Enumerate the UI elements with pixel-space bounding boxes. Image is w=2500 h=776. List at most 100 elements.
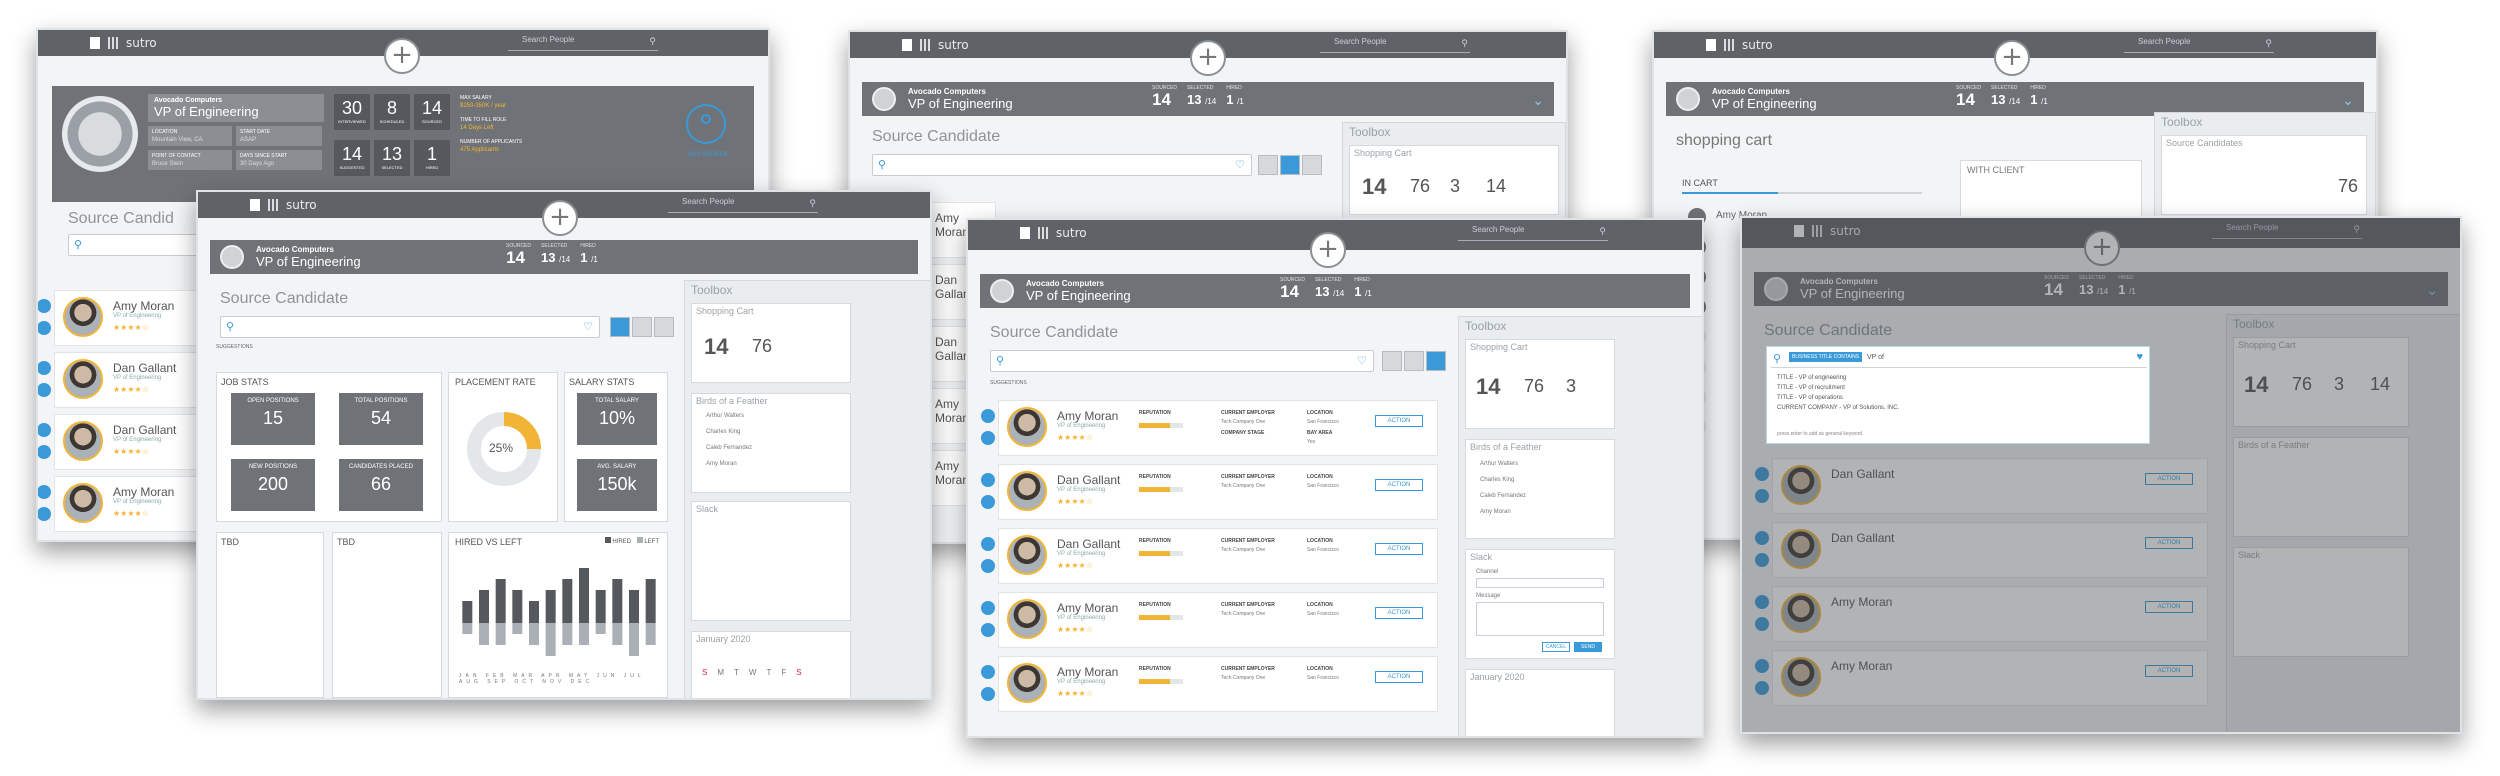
logo[interactable]: sutro bbox=[1038, 226, 1087, 240]
like-icon[interactable] bbox=[38, 423, 51, 437]
action-button[interactable]: ACTION bbox=[1375, 607, 1423, 619]
dislike-icon[interactable] bbox=[38, 445, 51, 459]
list-view-button[interactable] bbox=[1280, 155, 1300, 175]
logo[interactable]: sutro bbox=[268, 198, 317, 212]
add-button[interactable]: + bbox=[1190, 40, 1226, 76]
bird-item[interactable]: Charles King bbox=[706, 428, 740, 436]
slack-channel-select[interactable] bbox=[1476, 578, 1604, 588]
dislike-icon[interactable] bbox=[981, 623, 995, 637]
candidate-search-input[interactable]: ⚲ ♡ bbox=[990, 350, 1374, 372]
menu-icon[interactable] bbox=[90, 37, 100, 49]
like-icon[interactable] bbox=[981, 665, 995, 679]
candidate-search-input[interactable]: ⚲ ♡ bbox=[872, 154, 1252, 176]
suggestion-item[interactable]: TITLE - VP of engineering bbox=[1777, 373, 1899, 383]
menu-icon[interactable] bbox=[1020, 227, 1030, 239]
dislike-icon[interactable] bbox=[981, 431, 995, 445]
bird-item[interactable]: Caleb Fernandez bbox=[706, 444, 752, 452]
like-icon[interactable] bbox=[981, 537, 995, 551]
bird-item[interactable]: Amy Moran bbox=[1480, 508, 1511, 516]
suggestion-item[interactable]: CURRENT COMPANY - VP of Solutions, INC. bbox=[1777, 403, 1899, 413]
list-view-button[interactable] bbox=[632, 317, 652, 337]
chevron-down-icon[interactable]: ⌄ bbox=[1532, 92, 1544, 109]
reputation-col: REPUTATION bbox=[1139, 537, 1171, 546]
candidate-row[interactable]: Amy Moran VP of Engineering ★★★★☆ bbox=[38, 290, 214, 346]
screen-stats-dashboard: sutro Search People ⚲ + Avocado Computers… bbox=[196, 190, 932, 700]
menu-icon[interactable] bbox=[1706, 39, 1716, 51]
candidate-row[interactable]: Dan Gallant VP of Engineering ★★★★☆ bbox=[38, 352, 214, 408]
grid-view-button[interactable] bbox=[1382, 351, 1402, 371]
search-people-input[interactable]: Search People ⚲ bbox=[1320, 37, 1470, 53]
search-people-input[interactable]: Search People ⚲ bbox=[508, 35, 658, 51]
selected-stat: SELECTED 13 /14 bbox=[541, 243, 570, 269]
logo[interactable]: sutro bbox=[108, 36, 157, 50]
candidate-row[interactable]: Amy Moran VP of Engineering ★★★★☆ REPUTA… bbox=[981, 400, 1438, 456]
candidate-row[interactable]: Dan Gallant VP of Engineering ★★★★☆ REPU… bbox=[981, 464, 1438, 520]
candidate-row[interactable]: Dan Gallant VP of Engineering ★★★★☆ REPU… bbox=[981, 528, 1438, 584]
keyword-input[interactable]: ⚲ BUSINESS TITLE CONTAINS VP of ♥ bbox=[1771, 350, 2147, 368]
action-button[interactable]: ACTION bbox=[1375, 415, 1423, 427]
list-view-button[interactable] bbox=[1404, 351, 1424, 371]
compact-view-button[interactable] bbox=[1426, 351, 1446, 371]
add-button[interactable]: + bbox=[1310, 232, 1346, 268]
like-icon[interactable] bbox=[38, 485, 51, 499]
bird-item[interactable]: Charles King bbox=[1480, 476, 1514, 484]
hired-bar-nov bbox=[629, 590, 639, 623]
add-button[interactable]: + bbox=[1994, 40, 2030, 76]
candidate-search-input[interactable]: ⚲ ♡ bbox=[220, 316, 600, 338]
toolbox-title: Toolbox bbox=[1465, 319, 1507, 333]
menu-icon[interactable] bbox=[250, 199, 260, 211]
slack-message-input[interactable] bbox=[1476, 602, 1604, 636]
action-button[interactable]: ACTION bbox=[1375, 479, 1423, 491]
modal-overlay[interactable] bbox=[1742, 218, 2460, 732]
dislike-icon[interactable] bbox=[981, 559, 995, 573]
logo[interactable]: sutro bbox=[920, 38, 969, 52]
bay-value: Yes bbox=[1307, 439, 1316, 445]
like-icon[interactable] bbox=[981, 601, 995, 615]
add-button[interactable]: + bbox=[542, 200, 578, 236]
search-people-input[interactable]: Search People ⚲ bbox=[2124, 37, 2274, 53]
keyword-chip[interactable]: BUSINESS TITLE CONTAINS bbox=[1789, 352, 1863, 362]
search-people-input[interactable]: Search People ⚲ bbox=[1458, 225, 1608, 241]
menu-icon[interactable] bbox=[902, 39, 912, 51]
dislike-icon[interactable] bbox=[38, 383, 51, 397]
heart-icon[interactable]: ♡ bbox=[583, 320, 593, 333]
dislike-icon[interactable] bbox=[38, 321, 51, 335]
action-button[interactable]: ACTION bbox=[1375, 543, 1423, 555]
chevron-down-icon[interactable]: ⌄ bbox=[2342, 92, 2354, 109]
reputation-col: REPUTATION bbox=[1139, 473, 1171, 482]
add-button[interactable]: + bbox=[384, 38, 420, 74]
suggestion-item[interactable]: TITLE - VP of operations bbox=[1777, 393, 1899, 403]
candidate-row[interactable]: Amy Moran VP of Engineering ★★★★☆ bbox=[38, 476, 214, 532]
compact-view-button[interactable] bbox=[1302, 155, 1322, 175]
add-source-button[interactable] bbox=[686, 104, 726, 144]
grid-view-button[interactable] bbox=[610, 317, 630, 337]
dislike-icon[interactable] bbox=[981, 687, 995, 701]
bird-item[interactable]: Amy Moran bbox=[706, 460, 737, 468]
dislike-icon[interactable] bbox=[981, 495, 995, 509]
logo[interactable]: sutro bbox=[1724, 38, 1773, 52]
heart-icon[interactable]: ♡ bbox=[1235, 158, 1245, 171]
grid-view-button[interactable] bbox=[1258, 155, 1278, 175]
bird-item[interactable]: Arthur Walters bbox=[1480, 460, 1518, 468]
candidate-row[interactable]: Amy Moran VP of Engineering ★★★★☆ REPUTA… bbox=[981, 656, 1438, 712]
in-cart-tab[interactable]: IN CART bbox=[1682, 178, 1718, 188]
slack-send-button[interactable]: SEND bbox=[1574, 642, 1602, 652]
like-icon[interactable] bbox=[38, 361, 51, 375]
location-label: LOCATION bbox=[1307, 410, 1333, 416]
like-icon[interactable] bbox=[38, 299, 51, 313]
candidate-row[interactable]: Amy Moran VP of Engineering ★★★★☆ REPUTA… bbox=[981, 592, 1438, 648]
candidate-row[interactable]: Dan Gallant VP of Engineering ★★★★☆ bbox=[38, 414, 214, 470]
compact-view-button[interactable] bbox=[654, 317, 674, 337]
heart-icon[interactable]: ♡ bbox=[1357, 354, 1367, 367]
suggestion-item[interactable]: TITLE - VP of recruitment bbox=[1777, 383, 1899, 393]
dislike-icon[interactable] bbox=[38, 507, 51, 521]
like-icon[interactable] bbox=[981, 409, 995, 423]
action-button[interactable]: ACTION bbox=[1375, 671, 1423, 683]
like-icon[interactable] bbox=[981, 473, 995, 487]
candidate-role: VP of Engineering bbox=[113, 375, 162, 381]
search-people-input[interactable]: Search People ⚲ bbox=[668, 197, 818, 213]
slack-cancel-button[interactable]: CANCEL bbox=[1542, 642, 1570, 652]
bird-item[interactable]: Arthur Walters bbox=[706, 412, 744, 420]
heart-icon[interactable]: ♥ bbox=[2136, 351, 2143, 363]
bird-item[interactable]: Caleb Fernandez bbox=[1480, 492, 1526, 500]
